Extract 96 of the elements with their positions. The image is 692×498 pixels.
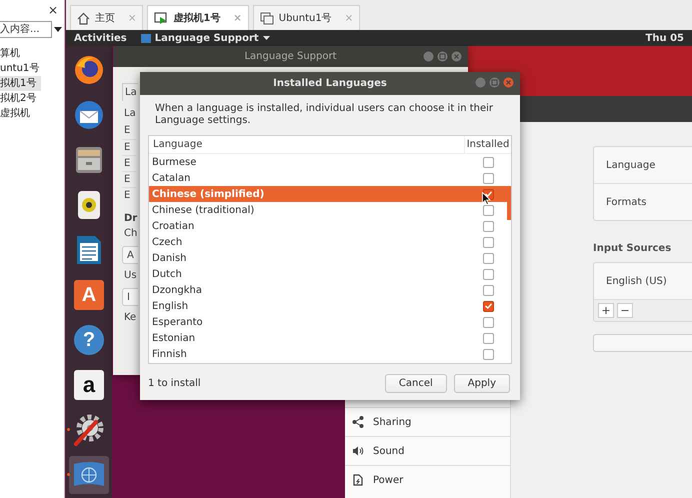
installed-checkbox[interactable] <box>482 348 494 360</box>
language-row[interactable]: Chinese (traditional) <box>149 202 511 218</box>
tab-label: 虚拟机1号 <box>173 12 220 25</box>
caret-icon <box>262 36 270 40</box>
vm-tab[interactable]: 虚拟机1号 × <box>147 5 249 30</box>
sidebar-item[interactable]: Sharing <box>345 407 510 436</box>
close-button[interactable]: × <box>48 3 58 17</box>
dropdown-button[interactable]: A <box>122 246 138 264</box>
language-row[interactable]: Dutch <box>149 266 511 282</box>
clock[interactable]: Thu 05 <box>646 32 684 44</box>
vm-running-icon <box>154 12 168 24</box>
language-row[interactable]: English <box>149 298 511 314</box>
installed-checkbox[interactable] <box>482 220 494 232</box>
vm-tab[interactable]: 主页 × <box>70 5 144 30</box>
list-row[interactable]: E <box>122 139 136 155</box>
scrollbar[interactable] <box>507 202 511 220</box>
tab-label: 主页 <box>95 12 115 25</box>
sidebar-item[interactable]: Power <box>345 465 510 494</box>
settings-row[interactable]: Formats <box>594 183 692 220</box>
installed-checkbox[interactable] <box>482 332 494 344</box>
list-row[interactable]: E <box>122 187 136 203</box>
mail-icon[interactable] <box>73 99 105 131</box>
dialog-button[interactable]: Apply <box>454 374 510 393</box>
speaker-icon[interactable] <box>76 189 102 221</box>
language-row[interactable]: Finnish <box>149 346 511 362</box>
language-row[interactable]: Esperanto <box>149 314 511 330</box>
close-button[interactable] <box>451 51 462 62</box>
language-row[interactable]: Danish <box>149 250 511 266</box>
installed-checkbox[interactable] <box>482 252 494 264</box>
installed-checkbox[interactable] <box>482 172 494 184</box>
remove-button[interactable]: − <box>617 303 633 318</box>
tab[interactable]: La <box>122 83 138 101</box>
section-heading: Input Sources <box>593 243 672 254</box>
status-text: 1 to install <box>148 378 202 389</box>
speaker-icon <box>352 445 364 457</box>
input-field[interactable] <box>593 334 692 352</box>
maximize-button[interactable] <box>489 77 500 88</box>
installed-checkbox[interactable] <box>482 268 494 280</box>
help-icon[interactable]: ? <box>74 325 104 355</box>
app-menu[interactable]: Language Support <box>154 32 259 44</box>
dropdown-button[interactable]: I <box>122 288 138 306</box>
language-row[interactable]: Estonian <box>149 330 511 346</box>
language-row[interactable]: Dzongkha <box>149 282 511 298</box>
language-row[interactable]: Burmese <box>149 154 511 170</box>
library-item[interactable]: 拟机1号 <box>0 76 42 91</box>
settings-row[interactable]: Language <box>594 147 692 183</box>
mouse-cursor-icon <box>482 192 491 205</box>
label: Ke <box>123 312 136 324</box>
language-row[interactable]: Czech <box>149 234 511 250</box>
label: Ch <box>123 228 138 240</box>
library-item[interactable]: 算机 <box>0 46 42 61</box>
vm-icon <box>260 12 274 24</box>
language-row[interactable]: Catalan <box>149 170 511 186</box>
sidebar-item[interactable]: Sound <box>345 436 510 465</box>
dialog-title: Installed Languages <box>273 78 387 89</box>
minimize-button[interactable] <box>423 51 434 62</box>
power-icon <box>352 474 364 486</box>
gear-icon[interactable] <box>72 413 106 447</box>
library-item[interactable]: 拟机2号 <box>0 91 42 106</box>
column-header[interactable]: Language <box>149 136 464 153</box>
language-row[interactable]: Croatian <box>149 218 511 234</box>
installed-checkbox[interactable] <box>482 284 494 296</box>
maximize-button[interactable] <box>437 51 448 62</box>
activities-button[interactable]: Activities <box>74 32 127 44</box>
installed-checkbox[interactable] <box>482 156 494 168</box>
app-icon <box>140 34 151 42</box>
column-header[interactable]: Installed <box>464 136 511 153</box>
document-icon[interactable] <box>75 234 103 266</box>
list-row[interactable]: E <box>122 155 136 171</box>
section-heading: Dr <box>123 213 138 225</box>
list-row[interactable]: E <box>122 171 136 187</box>
dialog-button[interactable]: Cancel <box>384 374 447 393</box>
shopping-icon[interactable]: a <box>74 370 104 400</box>
library-item[interactable]: 虚拟机 <box>0 106 42 121</box>
vm-tab[interactable]: Ubuntu1号 × <box>252 5 360 30</box>
dropdown-icon <box>54 26 62 32</box>
share-icon <box>352 416 364 428</box>
close-button[interactable] <box>503 77 514 88</box>
label: La <box>123 108 136 120</box>
minimize-button[interactable] <box>475 77 486 88</box>
search-field[interactable]: 入内容... <box>0 21 52 38</box>
installed-checkbox[interactable] <box>482 316 494 328</box>
list-row[interactable]: E <box>122 123 136 139</box>
home-icon <box>77 12 90 24</box>
add-button[interactable]: + <box>598 303 614 318</box>
installed-checkbox[interactable] <box>482 204 494 216</box>
installed-checkbox[interactable] <box>482 300 494 312</box>
browser-icon[interactable] <box>73 54 105 86</box>
input-source-row[interactable]: English (US) <box>594 263 692 299</box>
library-item[interactable]: untu1号 <box>0 61 42 76</box>
file-cabinet-icon[interactable] <box>74 145 104 175</box>
tab-label: Ubuntu1号 <box>278 12 332 25</box>
label: Us <box>123 270 137 282</box>
window-title: Language Support <box>244 51 337 62</box>
installed-checkbox[interactable] <box>482 236 494 248</box>
description: When a language is installed, individual users can choose it in their Language settings. <box>155 103 494 127</box>
